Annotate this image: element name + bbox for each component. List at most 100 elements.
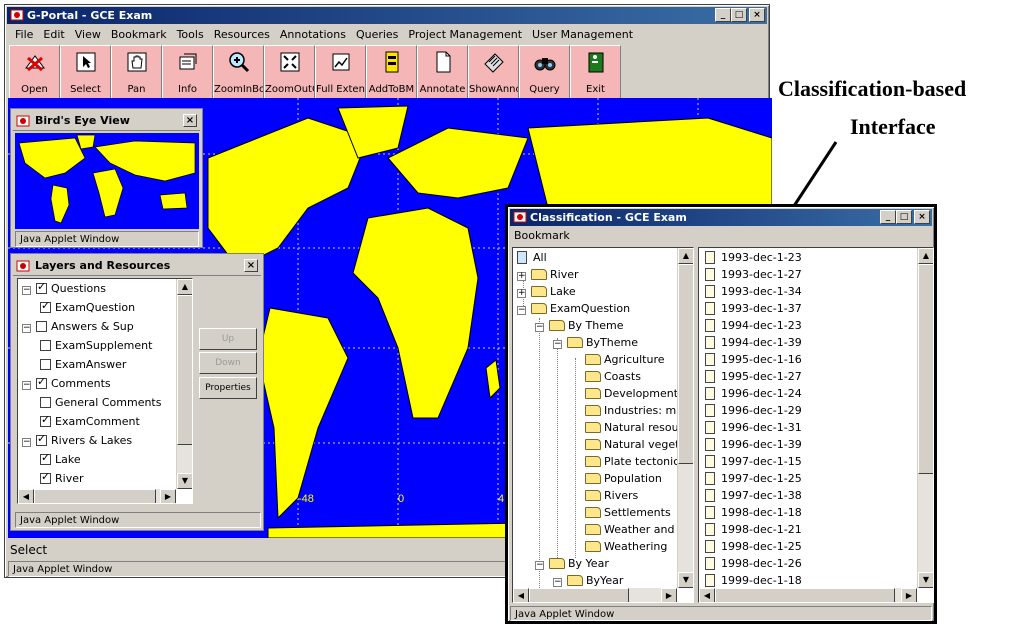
scroll-thumb[interactable] <box>177 295 192 445</box>
layers-close-button[interactable]: × <box>244 259 258 272</box>
menu-annotations[interactable]: Annotations <box>280 26 346 44</box>
checkbox-examsupplement[interactable] <box>40 340 51 351</box>
collapse-icon[interactable]: − <box>535 323 544 332</box>
folder-icon <box>585 388 601 399</box>
down-button[interactable]: Down <box>199 352 257 374</box>
collapse-icon[interactable]: − <box>22 286 31 295</box>
scroll-down-arrow-icon[interactable]: ▼ <box>177 473 192 489</box>
scroll-up-arrow-icon[interactable]: ▲ <box>918 248 933 264</box>
menu-queries[interactable]: Queries <box>356 26 398 44</box>
collapse-icon[interactable]: − <box>517 306 526 315</box>
maximize-button[interactable]: □ <box>896 210 912 224</box>
menu-file[interactable]: File <box>15 26 33 44</box>
close-button[interactable]: × <box>749 8 765 22</box>
classification-titlebar[interactable]: Classification - GCE Exam _ □ × <box>510 209 932 226</box>
layer-river[interactable]: River <box>40 469 84 488</box>
layer-group-questions[interactable]: −Questions <box>22 279 106 298</box>
open-button[interactable]: Open <box>9 45 60 99</box>
scroll-right-arrow-icon[interactable]: ▶ <box>160 489 176 503</box>
checkbox-answers[interactable] <box>36 321 47 332</box>
scroll-left-arrow-icon[interactable]: ◀ <box>18 489 34 503</box>
menu-bookmark[interactable]: Bookmark <box>514 227 570 245</box>
expand-icon[interactable]: + <box>517 289 526 298</box>
checkbox-rivers-lakes[interactable] <box>36 432 47 446</box>
checkbox-comments[interactable] <box>36 375 47 389</box>
hscroll-thumb[interactable] <box>34 489 156 503</box>
checkbox-examquestion[interactable] <box>40 299 51 313</box>
expand-icon[interactable]: + <box>517 272 526 281</box>
tree-vscrollbar[interactable]: ▲ ▼ <box>677 248 693 588</box>
layer-group-rivers-lakes[interactable]: −Rivers & Lakes <box>22 431 132 450</box>
scroll-thumb[interactable] <box>918 264 933 474</box>
layer-group-answers[interactable]: − Answers & Sup <box>22 317 134 336</box>
layers-vscrollbar[interactable]: ▲ ▼ <box>176 279 192 489</box>
checkbox-lake[interactable] <box>40 451 51 465</box>
scroll-up-arrow-icon[interactable]: ▲ <box>678 248 693 264</box>
full-extent-button[interactable]: Full Extent <box>315 45 366 99</box>
scroll-down-arrow-icon[interactable]: ▼ <box>678 572 693 588</box>
hscroll-thumb[interactable] <box>715 588 895 602</box>
checkbox-river[interactable] <box>40 470 51 484</box>
scroll-down-arrow-icon[interactable]: ▼ <box>918 572 933 588</box>
birds-eye-close-button[interactable]: × <box>183 114 197 127</box>
minimize-button[interactable]: _ <box>880 210 896 224</box>
collapse-icon[interactable]: − <box>535 561 544 570</box>
scroll-left-arrow-icon[interactable]: ◀ <box>513 588 529 602</box>
menu-bookmark[interactable]: Bookmark <box>111 26 167 44</box>
layer-lake[interactable]: Lake <box>40 450 81 469</box>
show-annotations-button[interactable]: ShowAnno <box>468 45 519 99</box>
add-to-bookmark-button[interactable]: AddToBM <box>366 45 417 99</box>
folder-icon <box>585 439 601 450</box>
collapse-icon[interactable]: − <box>553 340 562 349</box>
zoom-in-box-button[interactable]: ZoomInBox <box>213 45 264 99</box>
menu-user-management[interactable]: User Management <box>532 26 633 44</box>
documents-hscrollbar[interactable]: ◀ ▶ <box>699 588 917 602</box>
tree-hscrollbar[interactable]: ◀ ▶ <box>513 588 677 602</box>
up-button[interactable]: Up <box>199 328 257 350</box>
scroll-thumb[interactable] <box>678 264 693 464</box>
document-icon <box>436 51 450 73</box>
birds-eye-map[interactable] <box>15 133 199 229</box>
menu-tools[interactable]: Tools <box>177 26 204 44</box>
collapse-icon[interactable]: − <box>22 381 31 390</box>
scroll-up-arrow-icon[interactable]: ▲ <box>177 279 192 295</box>
select-button[interactable]: Select <box>60 45 111 99</box>
full-extent-icon <box>332 53 349 71</box>
collapse-icon[interactable]: − <box>22 438 31 447</box>
birds-eye-titlebar[interactable]: Bird's Eye View × <box>13 111 200 131</box>
layer-examsupplement[interactable]: ExamSupplement <box>40 336 152 355</box>
hscroll-thumb[interactable] <box>529 588 629 602</box>
maximize-button[interactable]: □ <box>731 8 747 22</box>
checkbox-examcomment[interactable] <box>40 413 51 427</box>
layer-group-comments[interactable]: −Comments <box>22 374 111 393</box>
scroll-right-arrow-icon[interactable]: ▶ <box>661 588 677 602</box>
documents-vscrollbar[interactable]: ▲ ▼ <box>917 248 933 588</box>
menu-resources[interactable]: Resources <box>214 26 270 44</box>
main-titlebar[interactable]: G-Portal - GCE Exam _ □ × <box>7 7 767 24</box>
menu-view[interactable]: View <box>75 26 101 44</box>
layer-general-comments[interactable]: General Comments <box>40 393 161 412</box>
zoom-out-ctr-button[interactable]: ZoomOutCtr <box>264 45 315 99</box>
collapse-icon[interactable]: − <box>22 324 31 333</box>
layer-examquestion[interactable]: ExamQuestion <box>40 298 135 317</box>
pan-button[interactable]: Pan <box>111 45 162 99</box>
menu-edit[interactable]: Edit <box>43 26 64 44</box>
scroll-right-arrow-icon[interactable]: ▶ <box>901 588 917 602</box>
scroll-left-arrow-icon[interactable]: ◀ <box>699 588 715 602</box>
annotate-button[interactable]: Annotate <box>417 45 468 99</box>
checkbox-general-comments[interactable] <box>40 397 51 408</box>
layer-examcomment[interactable]: ExamComment <box>40 412 140 431</box>
exit-button[interactable]: Exit <box>570 45 621 99</box>
layers-hscrollbar[interactable]: ◀ ▶ <box>18 489 176 503</box>
collapse-icon[interactable]: − <box>553 578 562 587</box>
menu-project-management[interactable]: Project Management <box>408 26 522 44</box>
query-button[interactable]: Query <box>519 45 570 99</box>
properties-button[interactable]: Properties <box>199 377 257 399</box>
checkbox-examanswer[interactable] <box>40 359 51 370</box>
layer-examanswer[interactable]: ExamAnswer <box>40 355 126 374</box>
minimize-button[interactable]: _ <box>715 8 731 22</box>
info-button[interactable]: Info <box>162 45 213 99</box>
close-button[interactable]: × <box>914 210 930 224</box>
layers-titlebar[interactable]: Layers and Resources × <box>13 256 261 276</box>
checkbox-questions[interactable] <box>36 280 47 294</box>
